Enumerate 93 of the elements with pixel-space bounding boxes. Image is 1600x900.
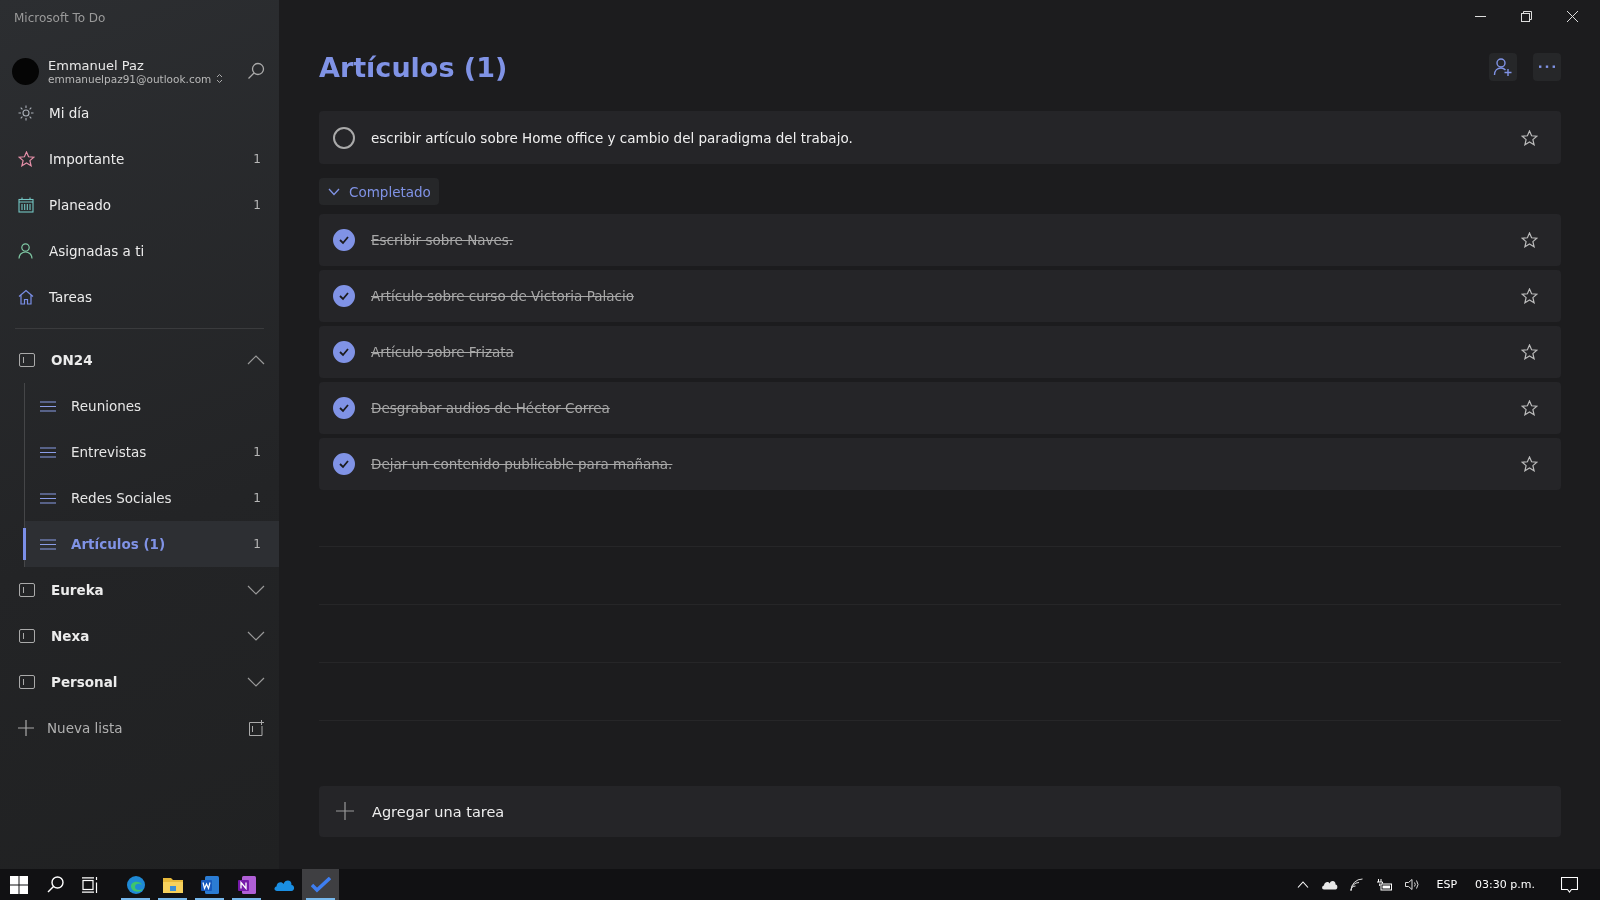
star-icon[interactable]	[1521, 456, 1538, 472]
count: 1	[253, 198, 261, 212]
share-button[interactable]	[1489, 53, 1517, 81]
battery-icon[interactable]	[1375, 878, 1393, 891]
list-item[interactable]: Entrevistas 1	[25, 429, 279, 475]
group-item[interactable]: Eureka	[0, 567, 279, 613]
folder-icon	[162, 875, 183, 894]
checkbox[interactable]	[333, 341, 355, 363]
sun-icon	[18, 105, 34, 121]
list-icon	[40, 400, 56, 412]
checkmark-icon	[338, 347, 350, 357]
star-icon[interactable]	[1521, 400, 1538, 416]
checkmark-icon	[338, 403, 350, 413]
checkbox[interactable]	[333, 126, 355, 149]
count: 1	[253, 152, 261, 166]
task-row[interactable]: Desgrabar audios de Héctor Correa	[319, 382, 1561, 434]
close-icon[interactable]	[1567, 11, 1578, 22]
task-view-icon[interactable]	[82, 876, 99, 893]
nav-item[interactable]: Asignadas a ti	[0, 228, 279, 274]
star-icon[interactable]	[1521, 288, 1538, 304]
task-row[interactable]: Escribir sobre Naves.	[319, 214, 1561, 266]
search-icon[interactable]	[47, 876, 64, 893]
notebook-icon	[236, 874, 257, 895]
chevron-icon	[328, 187, 340, 196]
list-icon	[40, 446, 56, 458]
account-email: emmanuelpaz91@outlook.com	[48, 72, 212, 85]
nav-item[interactable]: Tareas	[0, 274, 279, 320]
star-icon[interactable]	[1521, 344, 1538, 360]
language-indicator[interactable]: ESP	[1436, 878, 1458, 891]
task-row[interactable]: escribir artículo sobre Home office y cambio del paradigma del trabajo.	[319, 111, 1561, 164]
chevron-icon[interactable]	[247, 677, 265, 687]
new-list-button[interactable]: Nueva lista	[18, 720, 248, 736]
checkbox[interactable]	[333, 229, 355, 251]
checkbox[interactable]	[333, 453, 355, 475]
checkbox[interactable]	[333, 397, 355, 419]
person-icon	[18, 243, 33, 259]
folder-icon	[19, 582, 35, 598]
more-icon	[1539, 65, 1555, 69]
chevron-icon[interactable]	[247, 631, 265, 641]
group-item[interactable]: Nexa	[0, 613, 279, 659]
group-item[interactable]: ON24	[0, 337, 279, 383]
chevron-icon[interactable]	[247, 585, 265, 595]
swirl-icon	[125, 874, 146, 895]
chevron-up-icon[interactable]	[1296, 881, 1309, 888]
wifi-icon[interactable]	[1349, 878, 1364, 891]
nav-item[interactable]: Planeado 1	[0, 182, 279, 228]
account-name: Emmanuel Paz	[48, 57, 145, 73]
star-icon[interactable]	[1521, 232, 1538, 248]
updown-icon[interactable]	[216, 73, 224, 84]
count: 1	[253, 491, 261, 505]
new-group-icon[interactable]	[248, 719, 266, 737]
notification-icon[interactable]	[1561, 876, 1578, 893]
calendar-icon	[18, 197, 34, 213]
speaker-icon[interactable]	[1404, 878, 1421, 891]
task-row[interactable]: Artículo sobre curso de Victoria Palacio	[319, 270, 1561, 322]
folder-icon	[19, 352, 35, 368]
folder-icon	[19, 674, 35, 690]
folder-icon	[19, 628, 35, 644]
restore-icon[interactable]	[1521, 11, 1532, 22]
add-task-field[interactable]: Agregar una tarea	[319, 786, 1561, 837]
list-icon	[40, 538, 56, 550]
checkmark-icon	[338, 235, 350, 245]
completed-toggle[interactable]: Completado	[319, 178, 439, 205]
window-title: Microsoft To Do	[13, 10, 107, 27]
count: 1	[253, 537, 261, 551]
windows-start-icon[interactable]	[10, 875, 28, 894]
list-item[interactable]: Artículos (1) 1	[25, 521, 279, 567]
checkmark-icon	[338, 459, 350, 469]
checkmark-icon	[338, 291, 350, 301]
nav-item[interactable]: Importante 1	[0, 136, 279, 182]
task-row[interactable]: Artículo sobre Frizata	[319, 326, 1561, 378]
chevron-icon[interactable]	[247, 355, 265, 365]
cloud-icon[interactable]	[1320, 879, 1338, 890]
search-icon[interactable]	[247, 62, 265, 80]
add-person-icon	[1493, 57, 1513, 77]
list-icon	[40, 492, 56, 504]
group-item[interactable]: Personal	[0, 659, 279, 705]
star-icon	[18, 151, 35, 167]
nav-item[interactable]: Mi día	[0, 90, 279, 136]
list-item[interactable]: Redes Sociales 1	[25, 475, 279, 521]
task-row[interactable]: Dejar un contenido publicable para mañana.	[319, 438, 1561, 490]
checkmark-icon	[310, 876, 331, 893]
document-icon	[199, 874, 220, 895]
list-title: Artículos (1)	[319, 51, 509, 83]
plus-icon	[18, 720, 34, 736]
checkbox[interactable]	[333, 285, 355, 307]
home-icon	[18, 289, 34, 305]
list-item[interactable]: Reuniones	[25, 383, 279, 429]
plus-icon	[336, 802, 354, 820]
star-icon[interactable]	[1521, 129, 1538, 146]
count: 1	[253, 445, 261, 459]
clock[interactable]: 03:30 p.m.	[1475, 878, 1535, 891]
more-button[interactable]	[1533, 53, 1561, 81]
